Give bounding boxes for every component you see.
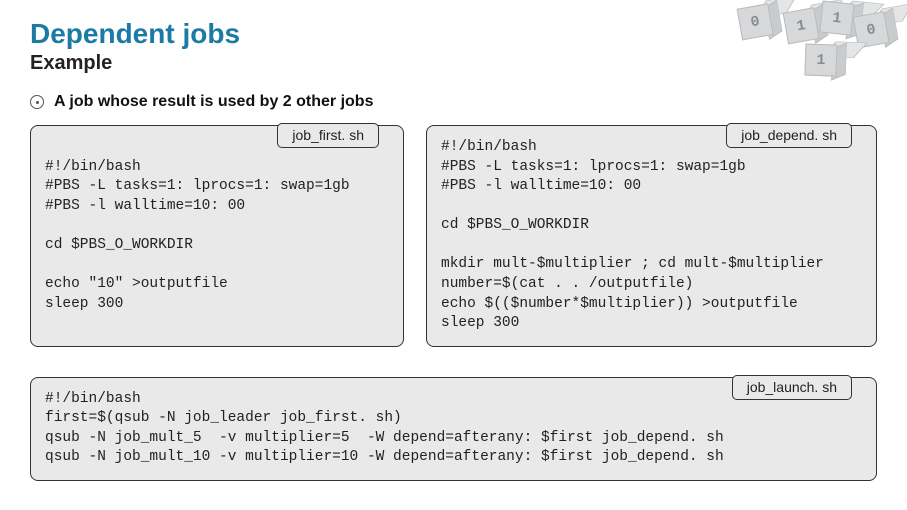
cube-digit: 1 xyxy=(804,43,837,76)
cube-digit: 0 xyxy=(737,3,774,40)
filename-tag: job_launch. sh xyxy=(732,375,852,400)
code-content: #!/bin/bash #PBS -L tasks=1: lprocs=1: s… xyxy=(441,139,824,331)
bullet-icon xyxy=(30,95,44,109)
code-content: #!/bin/bash #PBS -L tasks=1: lprocs=1: s… xyxy=(45,159,350,312)
code-box-job-first: job_first. sh #!/bin/bash #PBS -L tasks=… xyxy=(30,125,404,347)
bullet-text: A job whose result is used by 2 other jo… xyxy=(54,93,373,111)
code-content: #!/bin/bash first=$(qsub -N job_leader j… xyxy=(45,391,724,466)
code-box-job-launch: job_launch. sh #!/bin/bash first=$(qsub -… xyxy=(30,377,877,481)
bullet-item: A job whose result is used by 2 other jo… xyxy=(30,93,877,111)
filename-tag: job_first. sh xyxy=(277,123,379,148)
decorative-cubes: 0 1 1 0 1 xyxy=(735,8,895,86)
cube-digit: 1 xyxy=(783,7,820,44)
code-box-job-depend: job_depend. sh#!/bin/bash #PBS -L tasks=… xyxy=(426,125,877,347)
cube-digit: 1 xyxy=(819,1,854,36)
filename-tag: job_depend. sh xyxy=(726,123,852,148)
